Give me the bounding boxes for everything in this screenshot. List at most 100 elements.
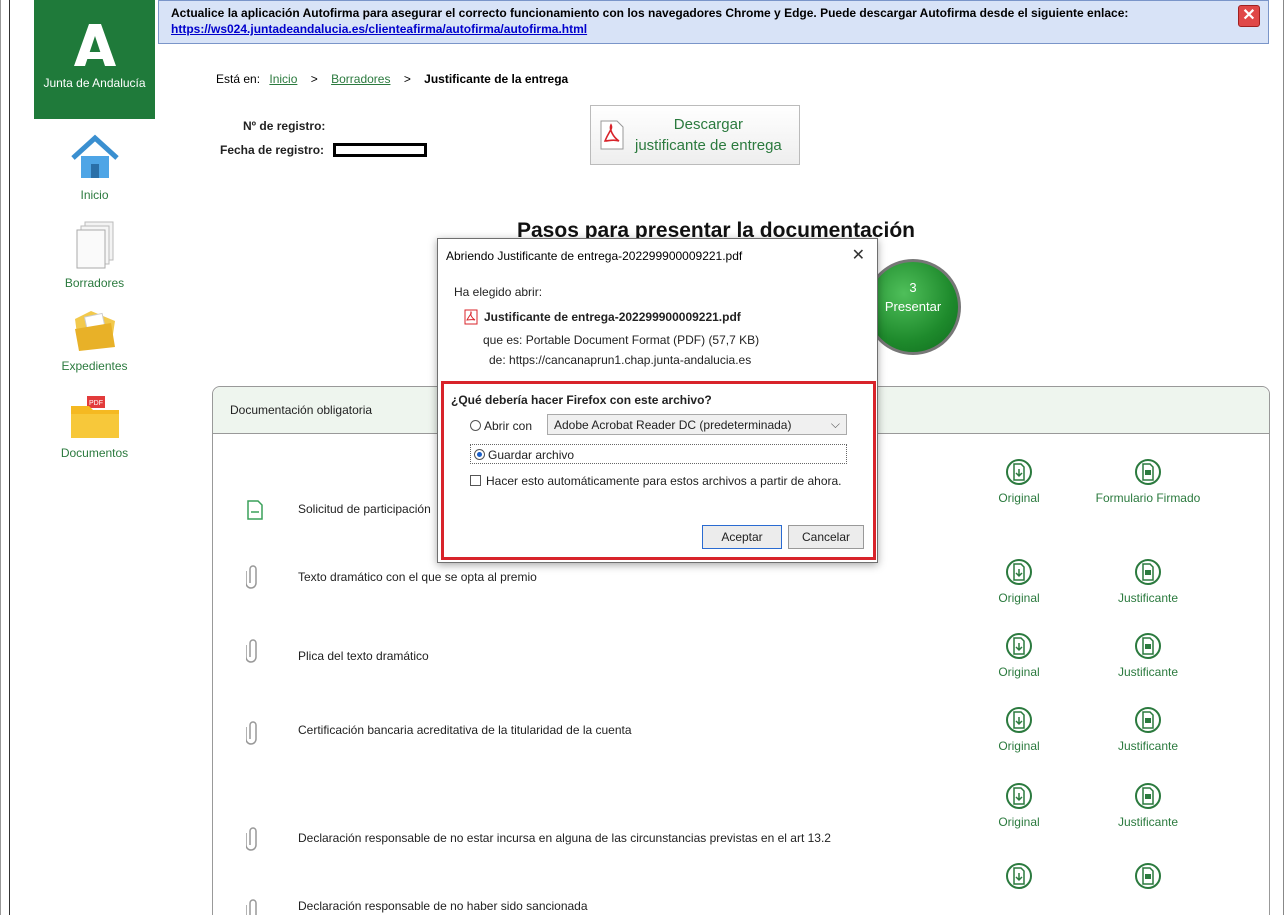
file-source-value: https://cancanaprun1.chap.junta-andaluci… [509, 353, 752, 367]
chevron-down-icon: ⌵ [830, 417, 840, 431]
breadcrumb-current: Justificante de la entrega [424, 72, 569, 86]
action-choice-highlight: ¿Qué debería hacer Firefox con este arch… [441, 381, 876, 560]
paperclip-icon [246, 827, 257, 851]
logo-a-icon [34, 22, 155, 68]
home-icon [70, 134, 119, 178]
download-doc-icon [1006, 863, 1032, 889]
right-border [1283, 0, 1284, 915]
close-icon[interactable]: ✕ [852, 245, 865, 265]
file-source-row: de: https://cancanaprun1.chap.junta-anda… [483, 353, 751, 367]
doc-label: Certificación bancaria acreditativa de l… [298, 723, 632, 737]
page: Junta de Andalucía Inicio Borradores Exp… [0, 0, 1288, 915]
signed-doc-icon [1135, 863, 1161, 889]
file-open-dialog: Abriendo Justificante de entrega-2022999… [437, 238, 878, 563]
file-source-label: de: [489, 353, 506, 367]
action-label: Justificante [1117, 591, 1179, 605]
formulario-firmado-button[interactable]: Formulario Firmado [1083, 457, 1213, 505]
registro-numero-label: Nº de registro: [243, 119, 326, 133]
document-icon [247, 500, 263, 520]
auto-action-label: Hacer esto automáticamente para estos ar… [486, 474, 842, 488]
filename-text: Justificante de entrega-202299900009221.… [484, 310, 741, 324]
radio-icon [470, 420, 481, 431]
original-download-button[interactable]: Original [954, 457, 1084, 505]
junta-logo[interactable]: Junta de Andalucía [34, 0, 155, 119]
download-justificante-button[interactable]: Descargar justificante de entrega [590, 105, 800, 165]
paperclip-icon [246, 899, 257, 915]
pdf-file-icon [600, 120, 624, 150]
breadcrumb-inicio[interactable]: Inicio [269, 72, 297, 86]
breadcrumb-separator: > [310, 72, 318, 86]
breadcrumb: Está en: Inicio > Borradores > Justifica… [216, 72, 568, 86]
breadcrumb-borradores[interactable]: Borradores [331, 72, 390, 86]
sidebar-item-label: Expedientes [61, 359, 128, 373]
download-doc-icon [1006, 783, 1032, 809]
doc-label: Declaración responsable de no estar incu… [298, 831, 831, 845]
action-label: Justificante [1117, 739, 1179, 753]
justificante-button[interactable] [1083, 861, 1213, 895]
breadcrumb-prefix: Está en: [216, 72, 261, 86]
action-label: Formulario Firmado [1095, 491, 1201, 505]
checkbox-icon [470, 475, 481, 486]
download-doc-icon [1006, 459, 1032, 485]
autofirma-banner: Actualice la aplicación Autofirma para a… [158, 0, 1269, 44]
download-doc-icon [1006, 707, 1032, 733]
auto-action-checkbox[interactable]: Hacer esto automáticamente para estos ar… [470, 474, 842, 488]
signed-doc-icon [1135, 783, 1161, 809]
banner-text: Actualice la aplicación Autofirma para a… [171, 6, 1129, 20]
doc-label: Declaración responsable de no haber sido… [298, 899, 588, 913]
save-file-label: Guardar archivo [488, 448, 575, 462]
justificante-button[interactable]: Justificante [1083, 705, 1213, 753]
cancel-button[interactable]: Cancelar [788, 525, 864, 549]
close-icon[interactable]: ✕ [1238, 5, 1260, 27]
justificante-button[interactable]: Justificante [1083, 557, 1213, 605]
original-download-button[interactable]: Original [954, 557, 1084, 605]
sidebar-item-borradores[interactable]: Borradores [34, 220, 155, 290]
paperclip-icon [246, 565, 257, 589]
doc-label: Solicitud de participación [298, 502, 431, 516]
signed-doc-icon [1135, 707, 1161, 733]
sidebar-item-documentos[interactable]: PDF Documentos [34, 394, 155, 460]
signed-doc-icon [1135, 559, 1161, 585]
breadcrumb-separator: > [403, 72, 411, 86]
save-file-radio[interactable]: Guardar archivo [470, 444, 847, 464]
file-type-value: Portable Document Format (PDF) (57,7 KB) [525, 333, 760, 347]
file-type-row: que es: Portable Document Format (PDF) (… [483, 333, 759, 347]
download-line2: justificante de entrega [635, 137, 782, 154]
accept-button[interactable]: Aceptar [702, 525, 782, 549]
action-label: Original [998, 665, 1040, 679]
sidebar-item-label: Documentos [60, 446, 129, 460]
doc-label: Plica del texto dramático [298, 649, 429, 663]
download-line1: Descargar [673, 116, 743, 133]
open-with-radio[interactable]: Abrir con [470, 419, 532, 433]
sidebar-item-inicio[interactable]: Inicio [34, 134, 155, 202]
step-presentar-button[interactable]: 3 Presentar [865, 259, 961, 355]
original-download-button[interactable] [954, 861, 1084, 895]
sidebar-item-expedientes[interactable]: Expedientes [34, 307, 155, 373]
action-label: Justificante [1117, 815, 1179, 829]
dialog-question: ¿Qué debería hacer Firefox con este arch… [451, 393, 712, 407]
signed-doc-icon [1135, 633, 1161, 659]
original-download-button[interactable]: Original [954, 705, 1084, 753]
paperclip-icon [246, 639, 257, 663]
step-label: Presentar [884, 299, 942, 314]
original-download-button[interactable]: Original [954, 631, 1084, 679]
justificante-button[interactable]: Justificante [1083, 631, 1213, 679]
doc-label: Texto dramático con el que se opta al pr… [298, 570, 537, 584]
registro-fecha-label: Fecha de registro: [220, 143, 325, 157]
original-download-button[interactable]: Original [954, 781, 1084, 829]
justificante-button[interactable]: Justificante [1083, 781, 1213, 829]
redacted-date [333, 143, 427, 157]
sidebar-item-label: Borradores [64, 276, 125, 290]
left-border [9, 0, 10, 915]
radio-selected-icon [474, 449, 485, 460]
folder-papers-icon [74, 311, 115, 351]
action-label: Original [998, 739, 1040, 753]
autofirma-link[interactable]: https://ws024.juntadeandalucia.es/client… [171, 22, 587, 36]
action-label: Justificante [1117, 665, 1179, 679]
action-label: Original [998, 815, 1040, 829]
application-select[interactable]: Adobe Acrobat Reader DC (predeterminada)… [547, 414, 847, 435]
paperclip-icon [246, 721, 257, 745]
documents-stack-icon [76, 221, 113, 269]
file-type-label: que es: [483, 333, 523, 347]
signed-doc-icon [1135, 459, 1161, 485]
